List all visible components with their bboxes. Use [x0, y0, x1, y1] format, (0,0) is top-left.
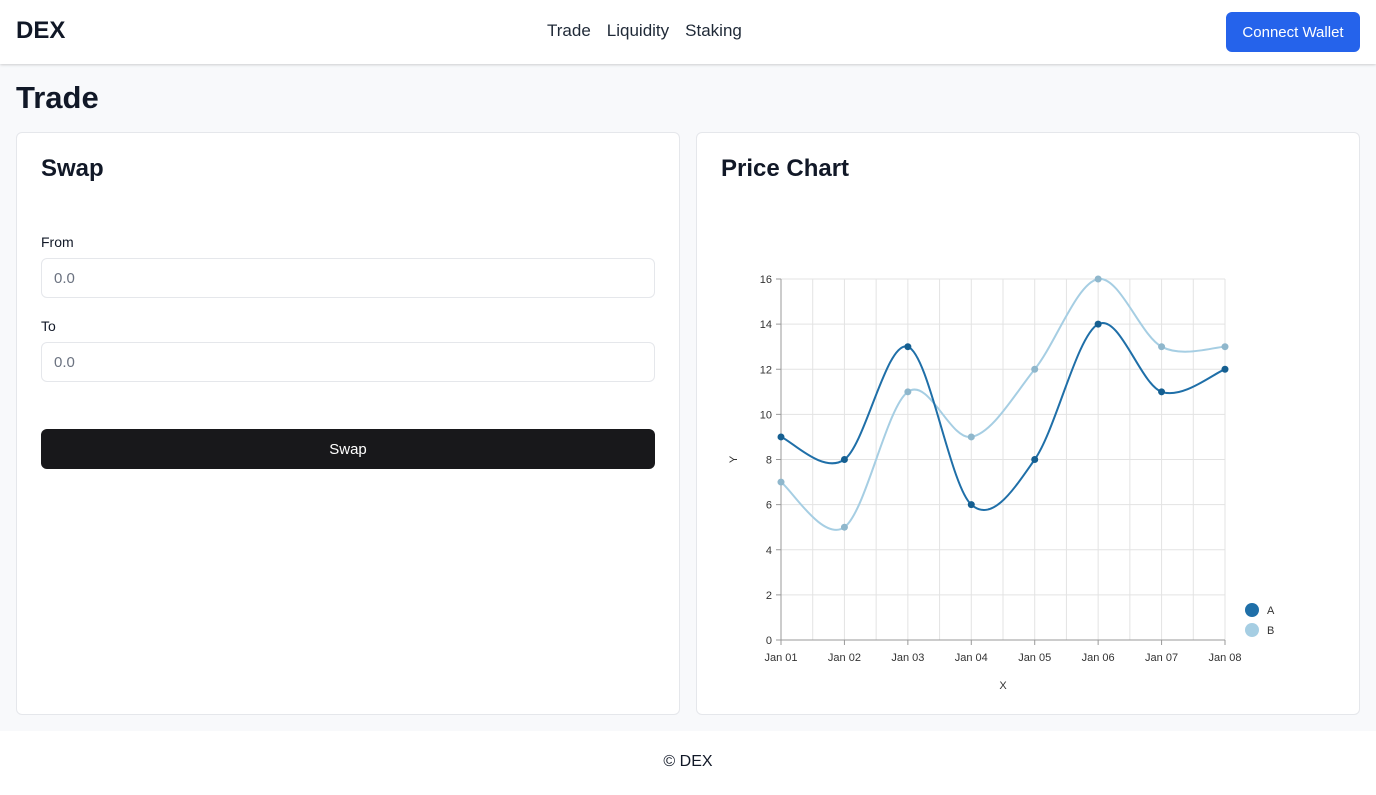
price-chart: 0 2 4 6 8 10 12 14 16 Jan 01 Jan 02 Jan 03 Jan 04 Jan… [728, 274, 1275, 692]
data-point-a [1094, 320, 1102, 328]
data-point-b [1221, 343, 1229, 351]
swap-card: Swap From To Swap [16, 132, 680, 715]
x-tick-label: Jan 06 [1082, 652, 1115, 664]
swap-card-title: Swap [41, 155, 104, 182]
x-axis-label: X [999, 680, 1007, 692]
y-tick-label: 0 [766, 635, 772, 647]
legend-label-b: B [1267, 625, 1274, 637]
legend-label-a: A [1267, 605, 1275, 617]
y-tick-label: 6 [766, 500, 772, 512]
nav-staking[interactable]: Staking [685, 21, 742, 41]
y-tick-label: 14 [760, 319, 772, 331]
y-tick-label: 2 [766, 590, 772, 602]
x-tick-label: Jan 03 [891, 652, 924, 664]
legend-swatch-b [1245, 623, 1259, 637]
data-point-a [840, 456, 848, 463]
data-point-b [840, 523, 848, 531]
from-label: From [41, 234, 74, 250]
x-tick-label: Jan 08 [1208, 652, 1241, 664]
price-chart-card: Price Chart 0 2 4 6 8 10 12 14 16 Jan 01 Jan 02 Jan… [696, 132, 1360, 715]
data-point-b [1031, 365, 1039, 373]
y-tick-label: 4 [766, 545, 772, 557]
to-amount-input[interactable] [41, 342, 655, 382]
main-nav: Trade Liquidity Staking [547, 21, 742, 41]
data-point-a [1221, 365, 1229, 373]
connect-wallet-button[interactable]: Connect Wallet [1226, 12, 1360, 52]
y-tick-label: 12 [760, 364, 772, 376]
x-tick-label: Jan 01 [764, 652, 797, 664]
nav-trade[interactable]: Trade [547, 21, 591, 41]
to-label: To [41, 318, 56, 334]
y-tick-label: 10 [760, 409, 772, 421]
swap-button[interactable]: Swap [41, 429, 655, 469]
data-point-b [904, 388, 912, 396]
y-axis-label: Y [728, 455, 740, 463]
x-tick-label: Jan 02 [828, 652, 861, 664]
x-tick-label: Jan 04 [955, 652, 988, 664]
data-point-b [967, 433, 975, 441]
top-header: DEX Trade Liquidity Staking Connect Wall… [0, 0, 1376, 64]
footer: © DEX [0, 731, 1376, 795]
y-tick-label: 16 [760, 274, 772, 286]
footer-copyright: © DEX [663, 753, 713, 770]
data-point-b [777, 478, 785, 486]
from-amount-input[interactable] [41, 258, 655, 298]
page-title: Trade [16, 80, 99, 115]
x-tick-label: Jan 07 [1145, 652, 1178, 664]
data-point-a [1158, 388, 1166, 396]
legend-swatch-a [1245, 603, 1259, 617]
data-point-b [1158, 343, 1166, 351]
app-logo[interactable]: DEX [16, 17, 65, 45]
nav-liquidity[interactable]: Liquidity [607, 21, 669, 41]
y-tick-label: 8 [766, 455, 772, 467]
x-tick-label: Jan 05 [1018, 652, 1051, 664]
data-point-a [904, 343, 912, 351]
data-point-a [1031, 456, 1039, 463]
data-point-b [1094, 275, 1102, 283]
data-point-a [777, 433, 785, 441]
data-point-a [967, 501, 975, 509]
